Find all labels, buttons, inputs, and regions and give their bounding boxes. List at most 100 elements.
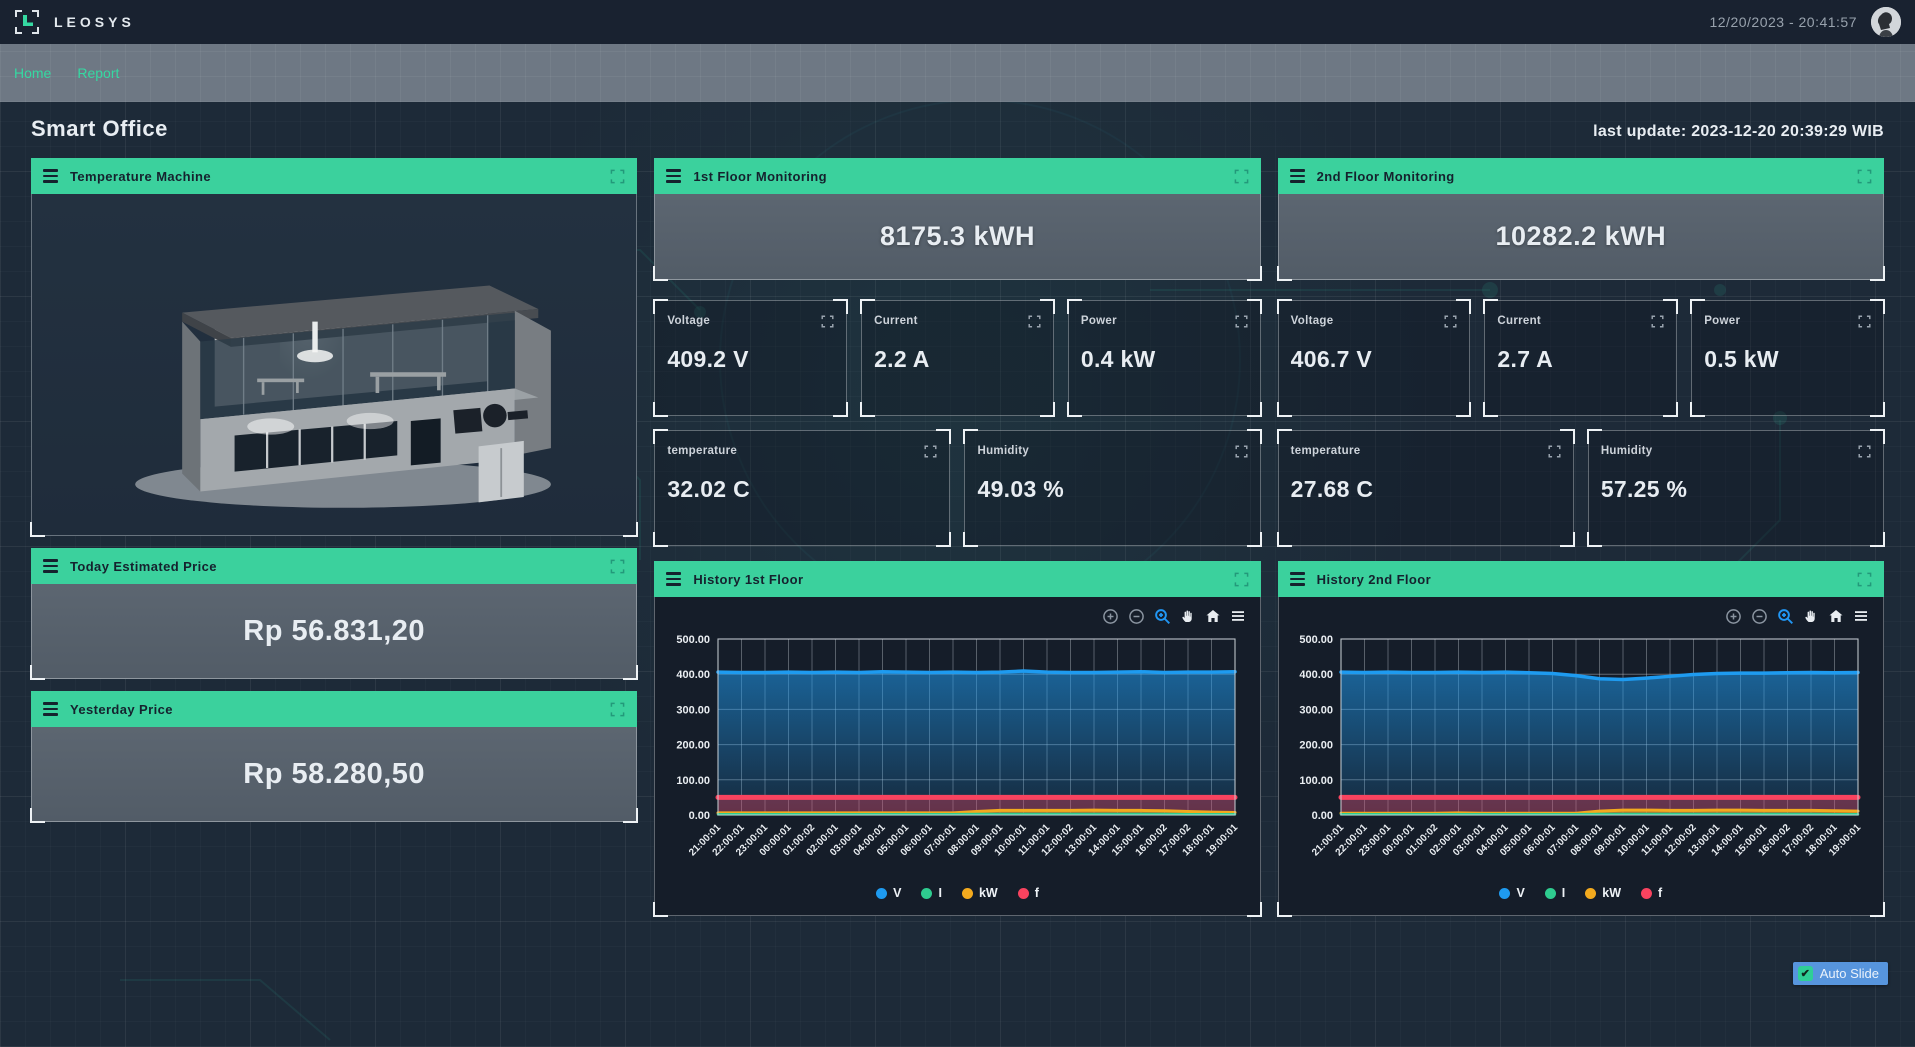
drag-handle-icon[interactable] (43, 559, 58, 573)
stat-value: 57.25 % (1601, 476, 1871, 503)
stat-card-temperature: temperature 32.02 C (654, 430, 950, 546)
stat-value: 49.03 % (977, 476, 1247, 503)
fullscreen-icon[interactable] (1444, 315, 1457, 328)
svg-text:0.00: 0.00 (689, 810, 710, 822)
stat-value: 0.5 kW (1704, 346, 1871, 373)
zoom-in-icon[interactable] (1102, 608, 1119, 625)
svg-text:0.00: 0.00 (1312, 810, 1333, 822)
fullscreen-icon[interactable] (1234, 572, 1249, 587)
stat-card-power: Power 0.5 kW (1691, 300, 1884, 416)
user-avatar[interactable] (1871, 7, 1901, 37)
zoom-out-icon[interactable] (1128, 608, 1145, 625)
stat-card-power: Power 0.4 kW (1068, 300, 1261, 416)
stat-card-current: Current 2.7 A (1484, 300, 1677, 416)
selection-zoom-icon[interactable] (1777, 608, 1794, 625)
chart-menu-icon[interactable] (1230, 608, 1246, 624)
panel-title: 2nd Floor Monitoring (1317, 169, 1455, 184)
svg-text:200.00: 200.00 (676, 740, 710, 752)
history-first-floor-chart[interactable]: 0.00100.00200.00300.00400.00500.0021:00:… (670, 629, 1245, 881)
legend-item-I[interactable]: I (921, 886, 941, 900)
column-first-floor: 1st Floor Monitoring 8175.3 kWH Voltage … (654, 158, 1260, 916)
panel-title: History 2nd Floor (1317, 572, 1431, 587)
fullscreen-icon[interactable] (610, 169, 625, 184)
fullscreen-icon[interactable] (610, 559, 625, 574)
history-second-floor-chart[interactable]: 0.00100.00200.00300.00400.00500.0021:00:… (1293, 629, 1868, 881)
legend-label: V (1516, 886, 1524, 900)
stat-card-temperature: temperature 27.68 C (1278, 430, 1574, 546)
column-left: Temperature Machine (31, 158, 637, 822)
panel-title: Yesterday Price (70, 702, 173, 717)
nav-item-report[interactable]: Report (77, 65, 119, 81)
drag-handle-icon[interactable] (666, 572, 681, 586)
drag-handle-icon[interactable] (43, 702, 58, 716)
fullscreen-icon[interactable] (1028, 315, 1041, 328)
nav-item-home[interactable]: Home (14, 65, 51, 81)
legend-item-V[interactable]: V (876, 886, 901, 900)
fullscreen-icon[interactable] (1548, 445, 1561, 458)
stat-value: 27.68 C (1291, 476, 1561, 503)
legend-label: V (893, 886, 901, 900)
legend-dot (962, 888, 973, 899)
chart-menu-icon[interactable] (1853, 608, 1869, 624)
legend-item-kW[interactable]: kW (1585, 886, 1621, 900)
panel-title: History 1st Floor (693, 572, 803, 587)
legend-item-f[interactable]: f (1641, 886, 1662, 900)
fullscreen-icon[interactable] (1234, 169, 1249, 184)
stat-value: 32.02 C (667, 476, 937, 503)
energy-total-value: 10282.2 kWH (1496, 221, 1667, 252)
legend-dot (1585, 888, 1596, 899)
stat-label: temperature (1291, 445, 1361, 457)
selection-zoom-icon[interactable] (1154, 608, 1171, 625)
legend-dot (921, 888, 932, 899)
legend-item-f[interactable]: f (1018, 886, 1039, 900)
fullscreen-icon[interactable] (1235, 315, 1248, 328)
home-icon[interactable] (1205, 608, 1221, 624)
fullscreen-icon[interactable] (1858, 445, 1871, 458)
legend-dot (1018, 888, 1029, 899)
fullscreen-icon[interactable] (1857, 169, 1872, 184)
chart-toolbar (1289, 603, 1873, 629)
fullscreen-icon[interactable] (1858, 315, 1871, 328)
legend-dot (1641, 888, 1652, 899)
legend-label: f (1035, 886, 1039, 900)
brand-name: LEOSYS (54, 14, 135, 30)
pan-icon[interactable] (1803, 608, 1819, 624)
fullscreen-icon[interactable] (821, 315, 834, 328)
fullscreen-icon[interactable] (1857, 572, 1872, 587)
energy-total-value: 8175.3 kWH (880, 221, 1035, 252)
legend-item-V[interactable]: V (1499, 886, 1524, 900)
panel-today-price: Today Estimated Price Rp 56.831,20 (31, 548, 637, 679)
stat-value: 409.2 V (667, 346, 834, 373)
office-3d-model (31, 194, 637, 536)
chart-legend: V IkW f (1289, 881, 1873, 905)
stat-card-humidity: Humidity 57.25 % (1588, 430, 1884, 546)
svg-text:300.00: 300.00 (1300, 704, 1334, 716)
panel-second-floor-monitoring: 2nd Floor Monitoring 10282.2 kWH (1278, 158, 1884, 280)
zoom-out-icon[interactable] (1751, 608, 1768, 625)
panel-title: Today Estimated Price (70, 559, 217, 574)
legend-item-I[interactable]: I (1545, 886, 1565, 900)
chart-legend: V IkW f (665, 881, 1249, 905)
fullscreen-icon[interactable] (610, 702, 625, 717)
fullscreen-icon[interactable] (1651, 315, 1664, 328)
drag-handle-icon[interactable] (43, 169, 58, 183)
drag-handle-icon[interactable] (1290, 169, 1305, 183)
legend-item-kW[interactable]: kW (962, 886, 998, 900)
stat-label: temperature (667, 445, 737, 457)
svg-text:500.00: 500.00 (1300, 634, 1334, 646)
column-second-floor: 2nd Floor Monitoring 10282.2 kWH Voltage… (1278, 158, 1884, 916)
zoom-in-icon[interactable] (1725, 608, 1742, 625)
legend-label: I (1562, 886, 1565, 900)
fullscreen-icon[interactable] (924, 445, 937, 458)
fullscreen-icon[interactable] (1235, 445, 1248, 458)
legend-label: f (1658, 886, 1662, 900)
auto-slide-toggle[interactable]: ✔ Auto Slide (1793, 962, 1888, 985)
home-icon[interactable] (1828, 608, 1844, 624)
stat-label: Power (1704, 315, 1740, 327)
drag-handle-icon[interactable] (1290, 572, 1305, 586)
pan-icon[interactable] (1180, 608, 1196, 624)
panel-title: Temperature Machine (70, 169, 211, 184)
stat-value: 2.2 A (874, 346, 1041, 373)
drag-handle-icon[interactable] (666, 169, 681, 183)
auto-slide-checkbox[interactable]: ✔ (1798, 966, 1813, 981)
